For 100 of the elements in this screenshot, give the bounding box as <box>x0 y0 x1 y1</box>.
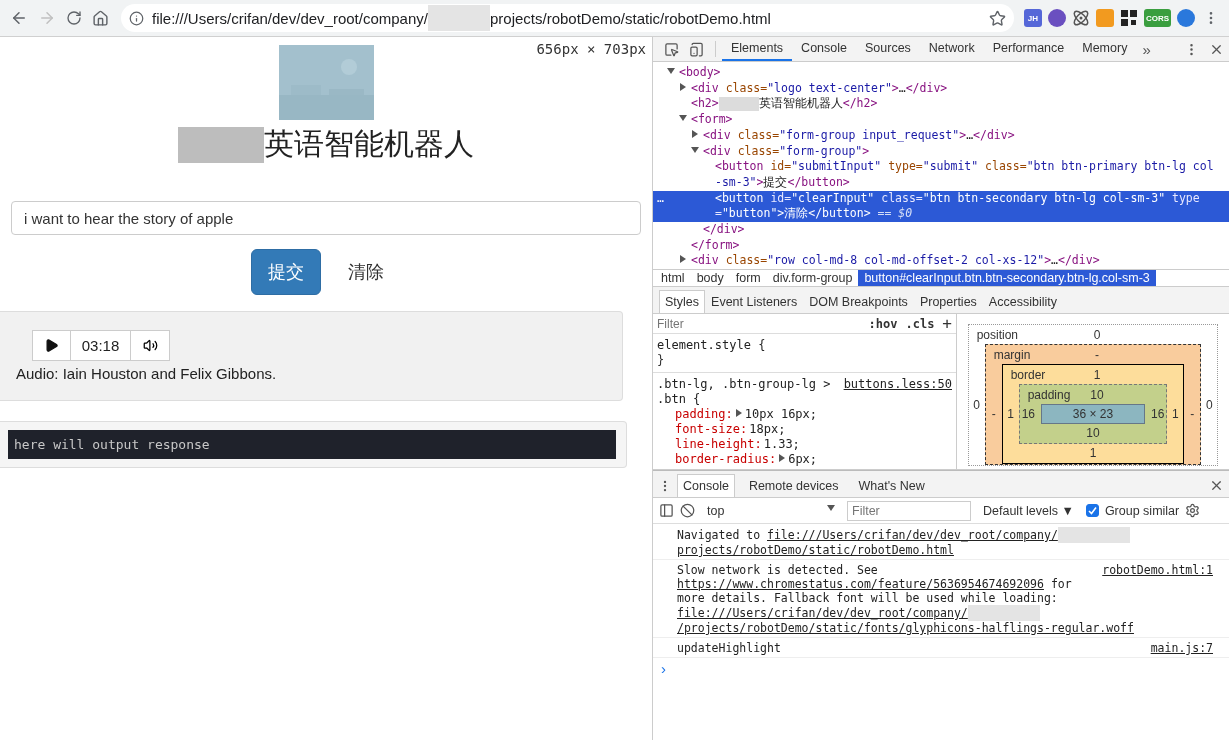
bookmark-star-icon[interactable] <box>988 9 1006 27</box>
more-tabs-button[interactable]: » <box>1136 37 1157 61</box>
panel-tab[interactable]: Properties <box>913 290 983 313</box>
breadcrumb[interactable]: html <box>655 270 691 286</box>
submit-button[interactable]: 提交 <box>251 249 321 295</box>
reload-icon[interactable] <box>66 10 82 26</box>
settings-icon[interactable] <box>1185 503 1201 518</box>
devtools-tab[interactable]: Elements <box>722 37 793 61</box>
css-value: 10px 16px; <box>744 407 818 422</box>
dom-node[interactable]: <h2> 英语智能机器人</h2> <box>653 96 1229 113</box>
source-link[interactable]: main.js:7 <box>1150 641 1213 655</box>
expand-triangle-icon[interactable] <box>734 409 743 417</box>
dom-node[interactable]: <div class="form-group"> <box>653 143 1229 160</box>
play-icon <box>44 338 59 353</box>
collapsed-triangle-icon[interactable] <box>679 82 687 91</box>
console-prompt[interactable]: › <box>653 658 1229 679</box>
css-selector: .btn-lg, .btn-group-lg > .btn { <box>657 377 832 407</box>
redaction-block <box>427 5 490 31</box>
clear-button[interactable]: 清除 <box>331 249 401 295</box>
box-value: 1 <box>1171 407 1180 421</box>
drawer-tab[interactable]: What's New <box>852 474 931 497</box>
box-label: margin <box>992 347 1032 362</box>
close-icon[interactable] <box>1209 478 1224 493</box>
link[interactable]: /projects/robotDemo/static/fonts/glyphicons-halflings-regular.woff <box>677 621 1134 635</box>
box-label: position <box>975 327 1019 342</box>
class-button[interactable]: .cls <box>905 316 935 331</box>
link[interactable]: projects/robotDemo/static/robotDemo.html <box>677 543 954 557</box>
devtools-tab[interactable]: Network <box>919 37 984 61</box>
inspect-icon[interactable] <box>664 41 679 57</box>
link[interactable]: https://www.chromestatus.com/feature/5636954674692096 <box>677 577 1044 591</box>
response-output: here will output response <box>8 430 616 459</box>
dom-node[interactable]: <body> <box>653 65 1229 81</box>
link[interactable]: file:///Users/crifan/dev/dev_root/company/ <box>677 605 968 620</box>
source-link[interactable]: robotDemo.html:1 <box>1102 563 1213 577</box>
add-rule-button[interactable]: + <box>942 314 952 333</box>
expanded-triangle-icon[interactable] <box>667 67 675 75</box>
expanded-triangle-icon[interactable] <box>691 145 699 154</box>
box-label: border <box>1009 367 1047 382</box>
box-value: 1 <box>1092 367 1102 382</box>
extension-icon[interactable] <box>1177 9 1195 27</box>
extension-button[interactable]: JH <box>1023 9 1042 27</box>
expanded-triangle-icon[interactable] <box>679 114 687 123</box>
home-icon[interactable] <box>92 9 109 27</box>
address-bar[interactable]: file:///Users/crifan/dev/dev_root/company/ projects/robotDemo/static/robotDemo.html <box>121 4 1014 32</box>
box-value: 16 <box>1151 407 1165 421</box>
css-selector: element.style { <box>657 338 766 353</box>
clear-console-icon[interactable] <box>680 503 695 518</box>
group-similar-checkbox[interactable] <box>1085 504 1099 517</box>
expand-triangle-icon[interactable] <box>778 454 787 462</box>
dom-node[interactable]: <div class="logo text-center">…</div> <box>653 80 1229 97</box>
atom-icon[interactable] <box>1071 9 1090 27</box>
dom-node[interactable]: <form> <box>653 112 1229 128</box>
css-declaration: padding: 10px 16px; <box>674 407 819 422</box>
collapsed-triangle-icon[interactable] <box>691 129 699 138</box>
breadcrumb[interactable]: button#clearInput.btn.btn-secondary.btn-lg.col-sm-3 <box>858 270 1156 286</box>
source-link[interactable]: buttons.less:50 <box>843 377 952 407</box>
speaker-icon <box>142 338 158 353</box>
breadcrumb[interactable]: div.form-group <box>766 270 859 286</box>
devtools-tab[interactable]: Console <box>792 37 856 61</box>
redaction-block <box>718 96 759 111</box>
panel-tab[interactable]: Event Listeners <box>705 290 804 313</box>
sidebar-toggle-icon[interactable] <box>659 503 674 518</box>
content-box: 36 × 23 <box>1041 404 1145 424</box>
collapsed-triangle-icon[interactable] <box>679 255 687 264</box>
url-text: projects/robotDemo/static/robotDemo.html <box>489 9 771 27</box>
devtools-tab[interactable]: Memory <box>1073 37 1137 61</box>
devtools-tab[interactable]: Sources <box>856 37 920 61</box>
question-input[interactable]: i want to hear the story of apple <box>11 201 641 235</box>
box-value: 1 <box>1088 445 1098 462</box>
dom-node[interactable]: </div> <box>653 222 1229 238</box>
drawer-tab[interactable]: Remote devices <box>742 474 845 497</box>
link[interactable]: file:///Users/crifan/dev/dev_root/company/ <box>767 527 1058 542</box>
dom-node[interactable]: <div class="form-group input_request">…</div> <box>653 127 1229 144</box>
viewport-size-label: 656px × 703px <box>536 41 646 57</box>
hover-state-button[interactable]: :hov <box>868 316 898 331</box>
info-icon[interactable] <box>129 10 144 26</box>
device-toggle-icon[interactable] <box>689 41 704 57</box>
console-message: updateHighlight <box>677 641 782 655</box>
css-value: 1.33; <box>763 437 800 452</box>
dom-node[interactable]: <div class="row col-md-8 col-md-offset-2 col-xs-12">…</div> <box>653 253 1229 269</box>
panel-tab[interactable]: Styles <box>659 290 706 313</box>
console-filter-field[interactable]: Filter <box>847 500 971 521</box>
breadcrumb[interactable]: body <box>690 270 730 286</box>
dom-node[interactable]: … <button id="clearInput" class="btn btn-secondary btn-lg col-sm-3" type="button">清除</button> == $0 <box>653 190 1229 223</box>
box-value: 0 <box>1092 327 1102 342</box>
box-value: - <box>990 407 997 421</box>
breadcrumb[interactable]: form <box>729 270 767 286</box>
drawer-tab[interactable]: Console <box>677 474 735 497</box>
devtools-tab[interactable]: Performance <box>983 37 1074 61</box>
levels-dropdown[interactable]: Default levels ▼ <box>977 502 1080 519</box>
back-icon[interactable] <box>10 9 28 27</box>
panel-tab[interactable]: Accessibility <box>982 290 1063 313</box>
qr-code-icon[interactable] <box>1119 9 1138 27</box>
context-dropdown[interactable]: top <box>701 502 841 519</box>
dom-node[interactable]: </form> <box>653 237 1229 254</box>
panel-tab[interactable]: DOM Breakpoints <box>803 290 914 313</box>
extension-icon[interactable] <box>1047 9 1066 27</box>
closing-brace: } <box>657 353 666 368</box>
dropdown-triangle-icon <box>827 503 835 512</box>
dom-node[interactable]: <button id="submitInput" type="submit" class="btn btn-primary btn-lg col-sm-3">提交</button> <box>653 159 1229 191</box>
